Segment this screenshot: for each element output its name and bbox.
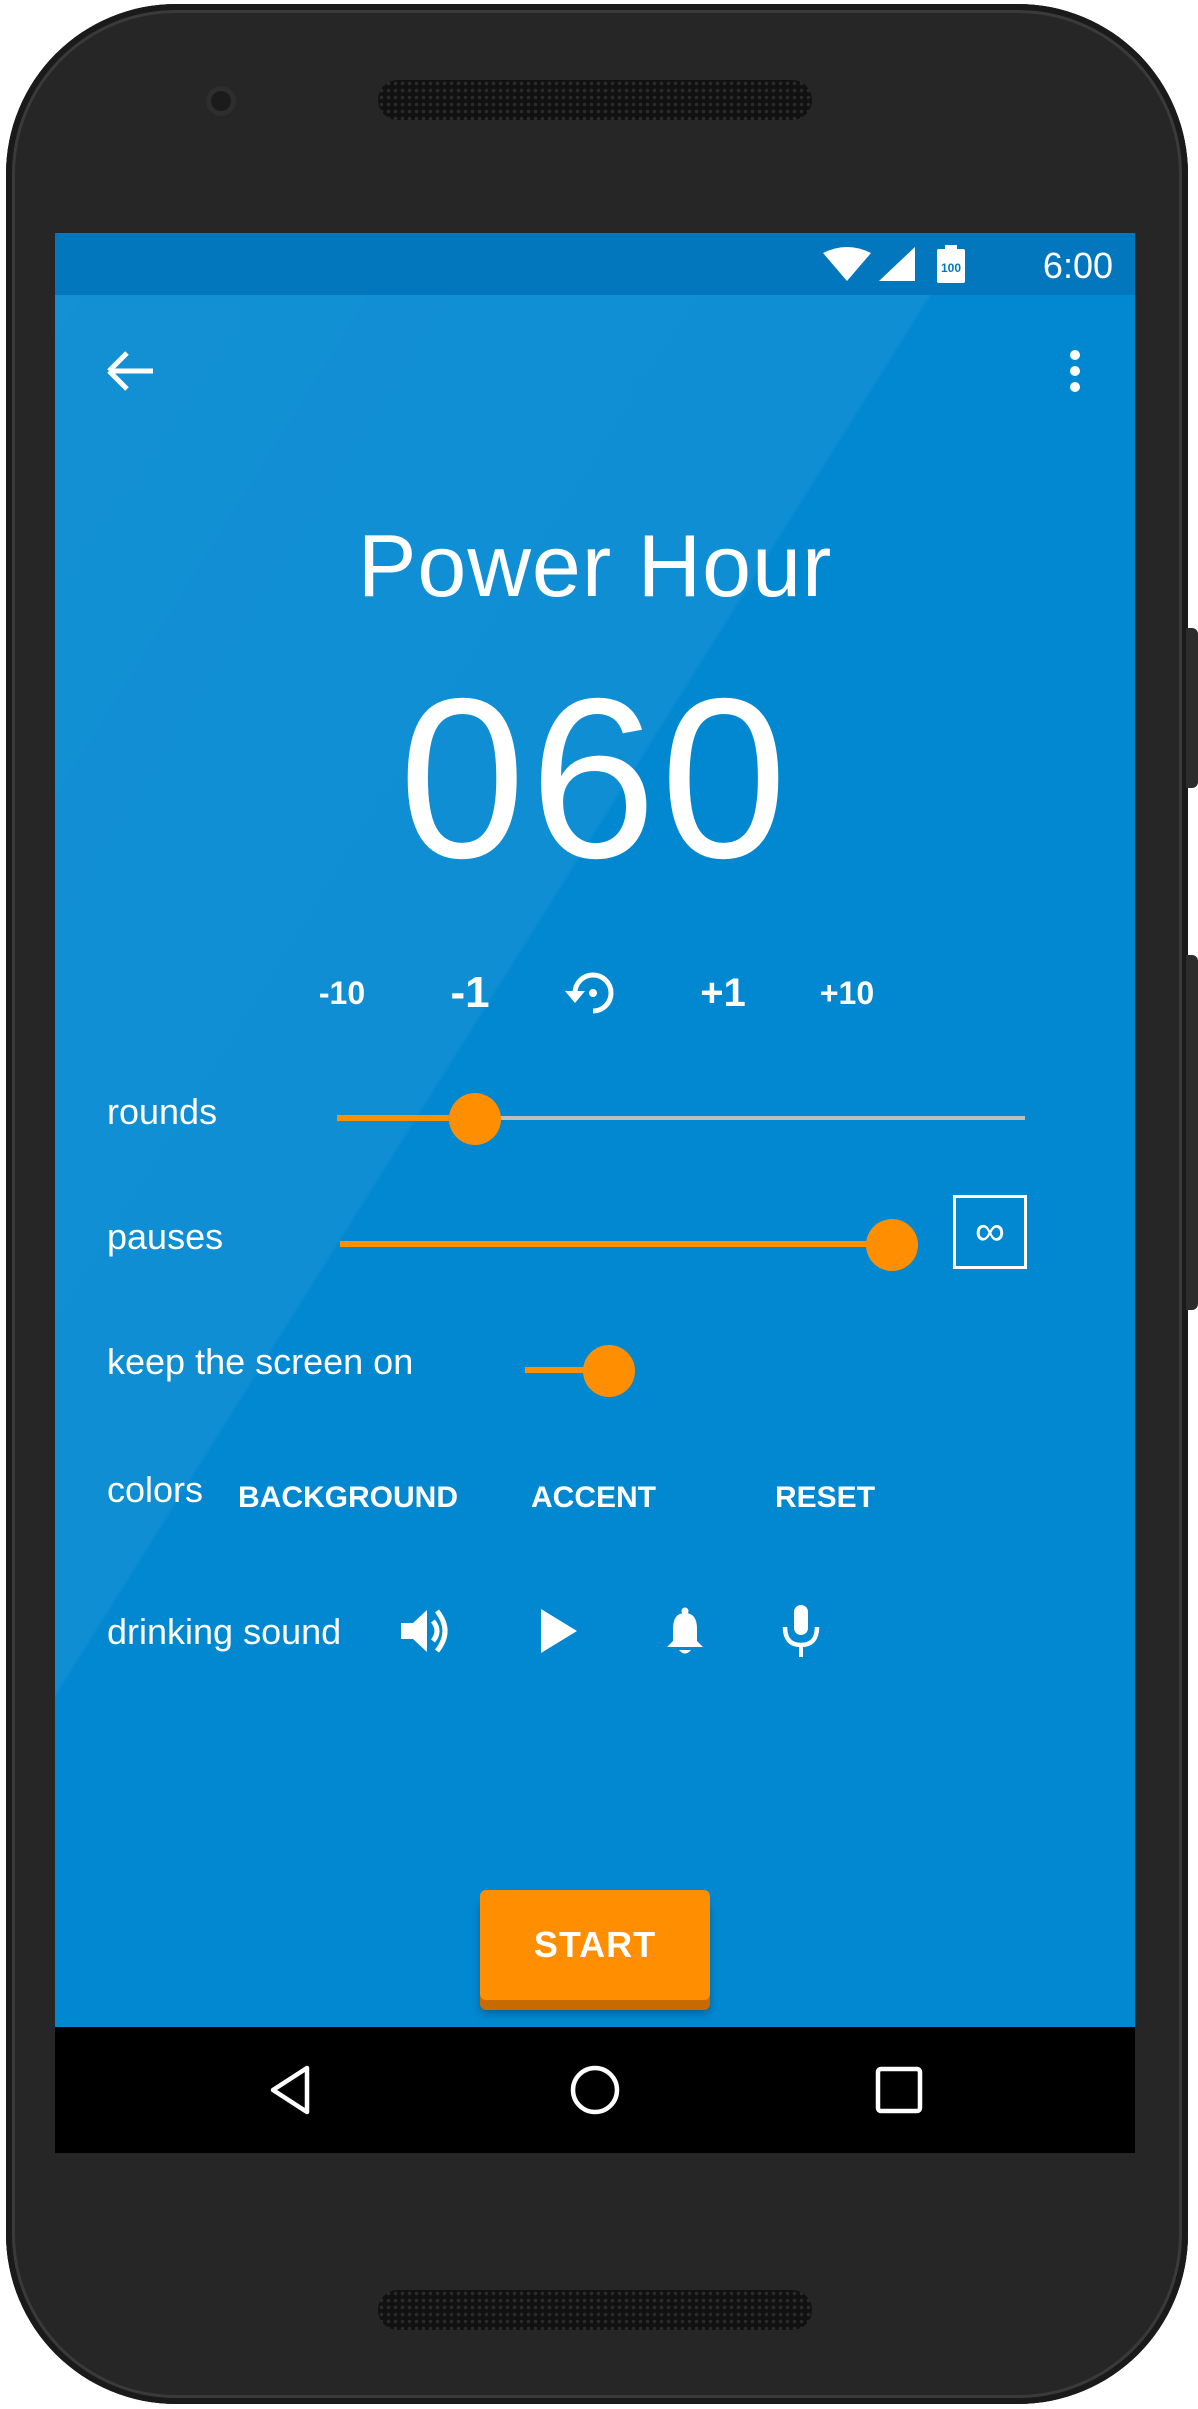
plus-ten-button[interactable]: +10 [787, 953, 907, 1033]
keep-screen-on-switch[interactable] [525, 1340, 635, 1400]
status-time: 6:00 [1042, 245, 1113, 286]
rounds-label: rounds [107, 1091, 218, 1132]
infinite-pauses-toggle[interactable]: ∞ [953, 1195, 1027, 1269]
top-speaker-grille [378, 80, 812, 120]
battery-level: 100 [941, 261, 961, 275]
play-icon[interactable] [527, 1601, 587, 1661]
accent-color-button[interactable]: ACCENT [531, 1473, 656, 1523]
status-icons: 100 [823, 245, 965, 283]
drinking-sound-label: drinking sound [107, 1611, 342, 1652]
bottom-speaker-grille [378, 2290, 812, 2330]
nav-recents-icon[interactable] [869, 2060, 929, 2120]
plus-one-button[interactable]: +1 [663, 953, 783, 1033]
volume-up-icon[interactable] [395, 1601, 455, 1661]
battery-icon: 100 [937, 245, 965, 283]
nav-home-icon[interactable] [565, 2060, 625, 2120]
app-title: Power Hour [357, 516, 833, 615]
switch-thumb[interactable] [583, 1345, 635, 1397]
start-button[interactable]: START [480, 1890, 710, 2000]
minus-ten-button[interactable]: -10 [282, 953, 402, 1033]
counter-stepper-row: -10 -1 +1 +10 [55, 953, 1135, 1033]
colors-label: colors [107, 1469, 204, 1510]
pauses-slider[interactable] [340, 1214, 918, 1274]
more-vert-icon[interactable] [1045, 335, 1105, 407]
pauses-slider-fill [340, 1241, 892, 1247]
wifi-icon [823, 247, 871, 281]
background-color-button[interactable]: BACKGROUND [238, 1473, 458, 1523]
reset-counter-button[interactable] [533, 953, 653, 1033]
power-button [1186, 628, 1198, 788]
restore-icon [565, 972, 614, 1014]
pauses-label: pauses [107, 1216, 224, 1257]
app-toolbar [55, 295, 1135, 439]
round-counter: 060 [398, 652, 792, 906]
volume-rocker [1186, 955, 1198, 1310]
rounds-slider[interactable] [337, 1088, 1025, 1148]
reset-colors-button[interactable]: RESET [775, 1473, 875, 1523]
phone-device: 100 6:00 Power Hour 060 -10 -1 +1 +10 ro… [0, 0, 1198, 2409]
keep-screen-on-label: keep the screen on [107, 1341, 414, 1382]
signal-icon [879, 247, 915, 281]
bell-icon[interactable] [655, 1601, 715, 1661]
pauses-slider-thumb[interactable] [866, 1219, 918, 1271]
minus-one-button[interactable]: -1 [410, 953, 530, 1033]
arrow-back-icon[interactable] [95, 335, 167, 407]
rounds-slider-thumb[interactable] [448, 1093, 501, 1145]
screen: 100 6:00 Power Hour 060 -10 -1 +1 +10 ro… [55, 233, 1135, 2153]
nav-back-icon[interactable] [261, 2060, 321, 2120]
front-camera [206, 86, 236, 116]
mic-icon[interactable] [771, 1601, 831, 1661]
status-bar: 100 6:00 [55, 233, 1135, 295]
system-nav-bar [55, 2027, 1135, 2153]
